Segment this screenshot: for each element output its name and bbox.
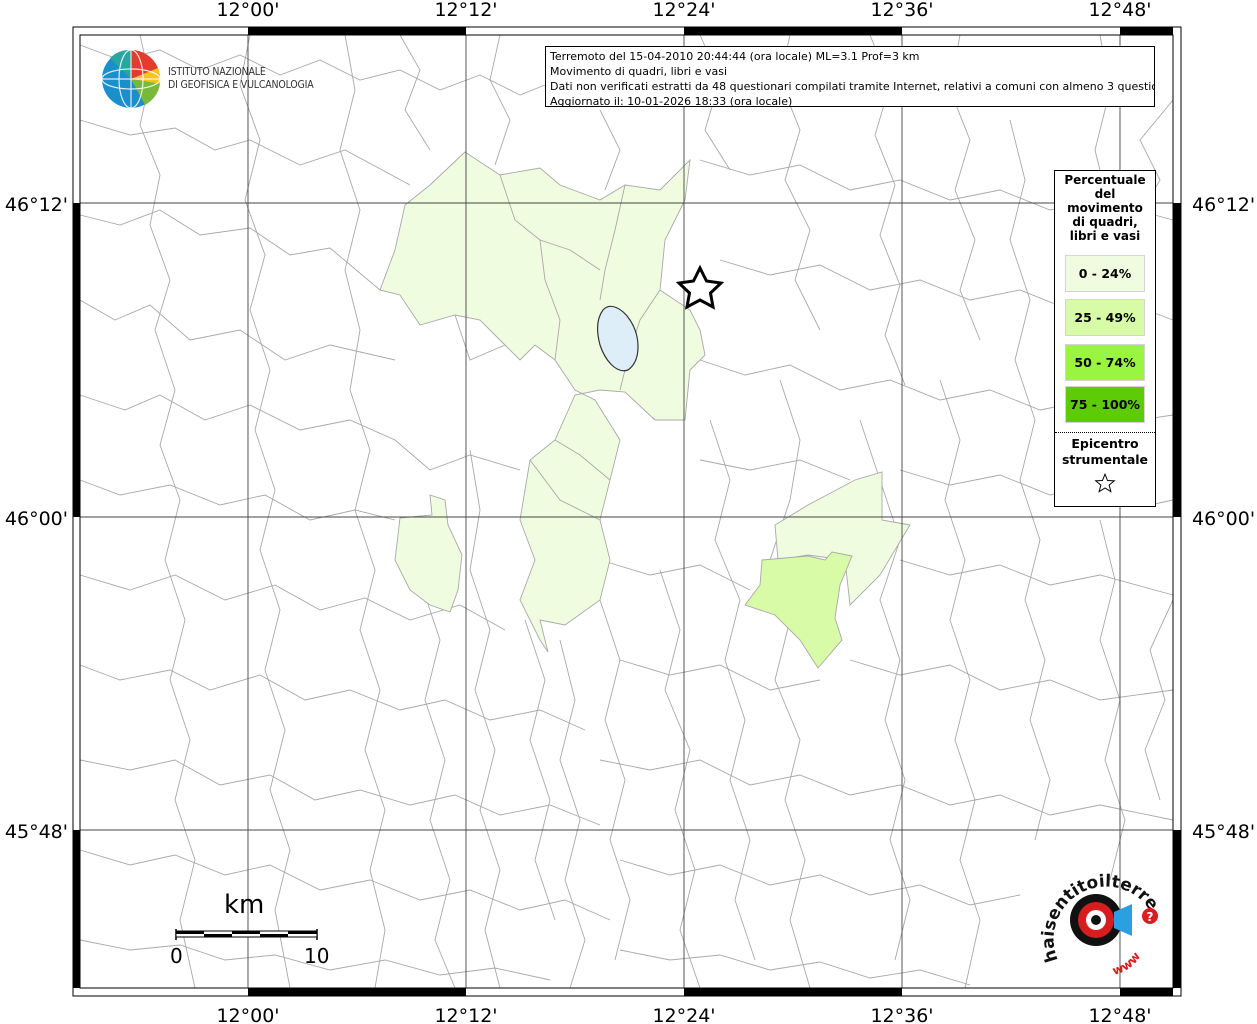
lat-labels-right: 46°12' 46°00' 45°48' — [1192, 194, 1255, 843]
ingv-logo: ISTITUTO NAZIONALE DI GEOFISICA E VULCAN… — [100, 48, 314, 110]
lon-label: 12°48' — [1088, 0, 1151, 21]
legend-epicenter-line: strumentale — [1061, 452, 1149, 467]
legend-item-75-100: 75 - 100% — [1065, 386, 1145, 423]
legend-epicenter-line: Epicentro — [1071, 436, 1139, 451]
ingv-name-line2: DI GEOFISICA E VULCANOLOGIA — [168, 79, 314, 91]
lon-labels-top: 12°00' 12°12' 12°24' 12°36' 12°48' — [216, 0, 1151, 21]
scale-bar-ten: 10 — [304, 944, 330, 968]
scale-bar: km 0 10 — [168, 890, 330, 970]
legend-title-line: movimento — [1067, 201, 1143, 215]
legend-item-label: 50 - 74% — [1074, 355, 1136, 370]
parameter-line: Movimento di quadri, libri e vasi — [550, 65, 728, 78]
brand-question-mark: ? — [1147, 910, 1154, 924]
lon-label: 12°48' — [1088, 1005, 1151, 1024]
legend: Percentuale del movimento di quadri, lib… — [1054, 170, 1156, 507]
lon-label: 12°36' — [870, 1005, 933, 1024]
lon-label: 12°24' — [652, 0, 715, 21]
lon-label: 12°24' — [652, 1005, 715, 1024]
legend-title-line: di quadri, — [1072, 215, 1138, 229]
lon-label: 12°36' — [870, 0, 933, 21]
legend-item-label: 75 - 100% — [1070, 397, 1140, 412]
ingv-name: ISTITUTO NAZIONALE DI GEOFISICA E VULCAN… — [168, 66, 314, 92]
legend-item-label: 0 - 24% — [1078, 266, 1132, 281]
map-area — [79, 34, 1174, 989]
lat-label: 45°48' — [5, 821, 68, 843]
lat-label: 46°12' — [5, 194, 68, 216]
legend-epicenter-label: Epicentro strumentale — [1055, 436, 1155, 468]
updated-line: Aggiornato il: 10-01-2026 18:33 (ora loc… — [550, 95, 793, 107]
lon-label: 12°12' — [434, 0, 497, 21]
legend-star-icon — [1094, 472, 1116, 493]
lon-labels-bottom: 12°00' 12°12' 12°24' 12°36' 12°48' — [216, 1005, 1151, 1024]
event-line: Terremoto del 15-04-2010 20:44:44 (ora l… — [550, 50, 920, 63]
legend-item-50-74: 50 - 74% — [1065, 344, 1145, 381]
data-note-line: Dati non verificati estratti da 48 quest… — [550, 80, 1155, 93]
legend-title: Percentuale del movimento di quadri, lib… — [1055, 173, 1155, 243]
globe-icon — [101, 49, 161, 109]
lon-label: 12°00' — [216, 1005, 279, 1024]
haisentito-logo: haisentitoilterremoto.it www ? — [1036, 858, 1162, 978]
legend-title-line: del — [1094, 187, 1116, 201]
lon-label: 12°00' — [216, 0, 279, 21]
lat-label: 46°12' — [1192, 194, 1255, 216]
legend-title-line: libri e vasi — [1069, 229, 1141, 243]
legend-title-line: Percentuale — [1064, 173, 1146, 187]
lat-label: 45°48' — [1192, 821, 1255, 843]
lon-label: 12°12' — [434, 1005, 497, 1024]
event-info-box: Terremoto del 15-04-2010 20:44:44 (ora l… — [545, 46, 1155, 107]
lat-label: 46°00' — [5, 508, 68, 530]
legend-divider — [1055, 432, 1155, 433]
legend-item-0-24: 0 - 24% — [1065, 255, 1145, 292]
legend-item-25-49: 25 - 49% — [1065, 299, 1145, 336]
lat-labels-left: 46°12' 46°00' 45°48' — [5, 194, 68, 843]
scale-bar-graphic — [175, 929, 318, 940]
legend-item-label: 25 - 49% — [1074, 310, 1136, 325]
scale-bar-zero: 0 — [170, 944, 183, 968]
brand-sub-text: www — [1110, 949, 1143, 978]
ingv-name-line1: ISTITUTO NAZIONALE — [168, 66, 266, 78]
scale-bar-unit: km — [224, 890, 265, 920]
lat-label: 46°00' — [1192, 508, 1255, 530]
